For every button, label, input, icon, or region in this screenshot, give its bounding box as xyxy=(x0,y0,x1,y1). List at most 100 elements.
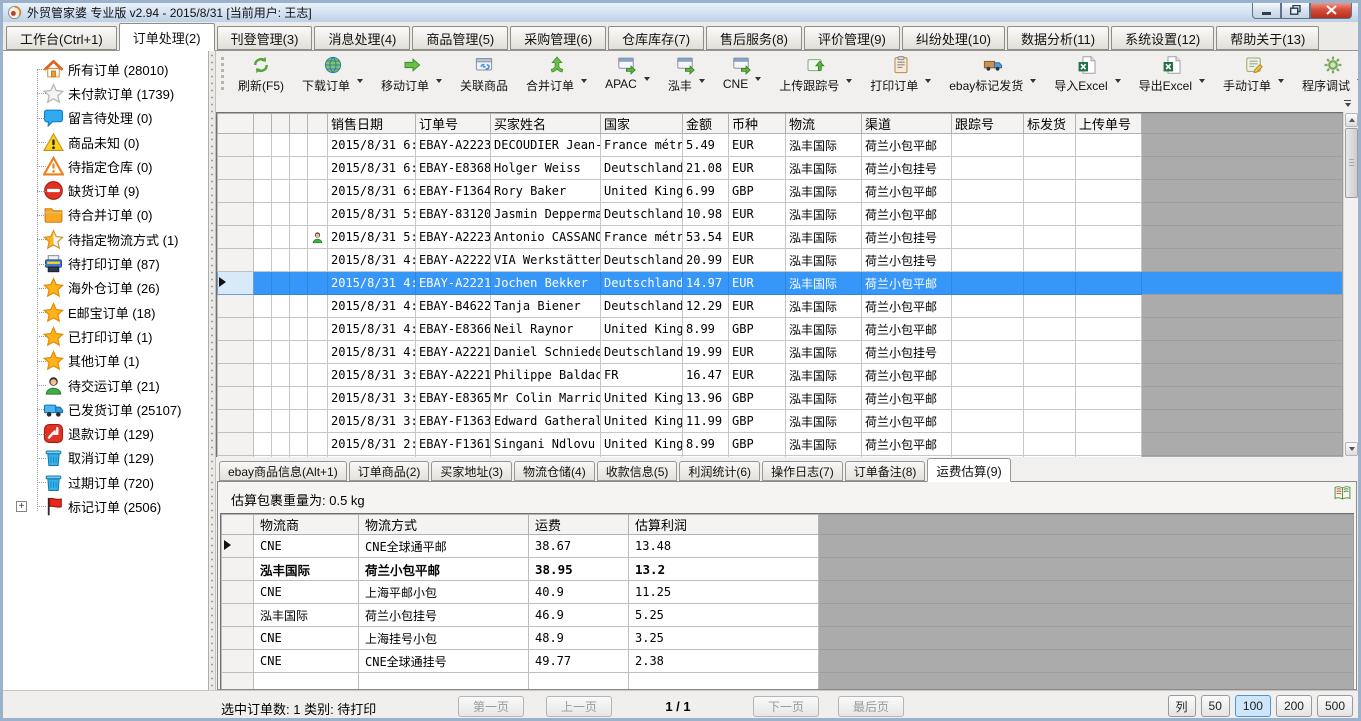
cell-upload_no[interactable] xyxy=(1076,249,1142,272)
cell-buyer[interactable]: Tanja Biener xyxy=(491,295,601,318)
menu-tab-10[interactable]: 纠纷处理(10) xyxy=(902,26,1005,50)
flag-cell[interactable] xyxy=(272,364,290,387)
toolbar-button-6[interactable]: 泓丰 xyxy=(660,54,713,94)
cell-date[interactable]: 2015/8/31 6:37 xyxy=(328,134,416,157)
est-cell-fee[interactable]: 48.9 xyxy=(529,627,629,650)
sidebar-item-2[interactable]: 留言待处理 (0) xyxy=(3,106,208,130)
cell-country[interactable]: United Kingdom xyxy=(601,387,683,410)
toolbar-button-13[interactable]: 手动订单 xyxy=(1215,54,1292,94)
cell-currency[interactable]: EUR xyxy=(729,364,786,387)
cell-date[interactable]: 2015/8/31 5:47 xyxy=(328,226,416,249)
detail-tab-6[interactable]: 利润统计(6) xyxy=(679,461,760,481)
flag-cell[interactable] xyxy=(290,341,308,364)
cell-buyer[interactable]: Philippe Baldacc... xyxy=(491,364,601,387)
cell-tracking_no[interactable] xyxy=(952,249,1024,272)
cell-date[interactable]: 2015/8/31 6:28 xyxy=(328,157,416,180)
flag-cell[interactable] xyxy=(308,134,328,157)
columns-button[interactable]: 列 xyxy=(1168,695,1196,717)
est-cell-method[interactable]: 荷兰小包平邮 xyxy=(359,558,529,581)
est-row-selector-cell[interactable] xyxy=(222,627,254,650)
flag-cell[interactable] xyxy=(254,410,272,433)
toolbar-button-14[interactable]: 程序调试 xyxy=(1294,54,1358,94)
cell-buyer[interactable]: VIA Werkstätten ... xyxy=(491,249,601,272)
column-header-blank[interactable] xyxy=(254,114,272,134)
flag-cell[interactable] xyxy=(254,180,272,203)
cell-date[interactable]: 2015/8/31 4:53 xyxy=(328,249,416,272)
flag-cell[interactable] xyxy=(254,387,272,410)
cell-mark_shipped[interactable] xyxy=(1024,341,1076,364)
column-header[interactable]: 买家姓名 xyxy=(491,114,601,134)
cell-date[interactable]: 2015/8/31 6:08 xyxy=(328,180,416,203)
cell-tracking_no[interactable] xyxy=(952,157,1024,180)
row-selector-cell[interactable] xyxy=(218,410,254,433)
flag-cell[interactable] xyxy=(308,203,328,226)
column-header[interactable]: 上传单号 xyxy=(1076,114,1142,134)
cell-channel[interactable]: 荷兰小包平邮 xyxy=(862,272,952,295)
estimate-row[interactable] xyxy=(222,673,1354,690)
cell-buyer[interactable]: Jochen Bekker xyxy=(491,272,601,295)
flag-cell[interactable] xyxy=(290,318,308,341)
cell-date[interactable]: 2015/8/31 5:59 xyxy=(328,203,416,226)
cell-upload_no[interactable] xyxy=(1076,272,1142,295)
cell-logistics[interactable]: 泓丰国际 xyxy=(786,203,862,226)
next-page-button[interactable]: 下一页 xyxy=(753,696,819,717)
est-cell-provider[interactable]: CNE xyxy=(254,581,359,604)
cell-order_no[interactable]: EBAY-83120... xyxy=(416,203,491,226)
detail-tab-9[interactable]: 运费估算(9) xyxy=(927,458,1010,482)
minimize-button[interactable] xyxy=(1252,2,1281,19)
cell-channel[interactable]: 荷兰小包平邮 xyxy=(862,180,952,203)
cell-order_no[interactable]: EBAY-F1363 xyxy=(416,410,491,433)
est-row-selector-cell[interactable] xyxy=(222,650,254,673)
flag-cell[interactable] xyxy=(272,341,290,364)
cell-buyer[interactable]: Singani Ndlovu xyxy=(491,433,601,456)
est-row-selector-cell[interactable] xyxy=(222,673,254,690)
detail-tab-4[interactable]: 物流仓储(4) xyxy=(514,461,595,481)
sidebar-item-10[interactable]: E邮宝订单 (18) xyxy=(3,300,208,324)
flag-cell[interactable] xyxy=(272,318,290,341)
dropdown-arrow-icon[interactable] xyxy=(1030,79,1036,83)
cell-tracking_no[interactable] xyxy=(952,410,1024,433)
book-icon[interactable] xyxy=(1333,484,1352,503)
est-column-header[interactable]: 运费 xyxy=(529,515,629,535)
order-row[interactable]: 2015/8/31 4:46EBAY-A22219Jochen BekkerDe… xyxy=(218,272,1343,295)
cell-order_no[interactable]: EBAY-A22220 xyxy=(416,249,491,272)
estimate-row[interactable]: CNECNE全球通平邮38.6713.48 xyxy=(222,535,1354,558)
sidebar-item-17[interactable]: 过期订单 (720) xyxy=(3,470,208,494)
cell-mark_shipped[interactable] xyxy=(1024,433,1076,456)
est-cell-provider[interactable]: CNE xyxy=(254,650,359,673)
cell-buyer[interactable]: Mr Colin Marriott xyxy=(491,387,601,410)
flag-cell[interactable] xyxy=(272,226,290,249)
column-header[interactable]: 标发货 xyxy=(1024,114,1076,134)
cell-currency[interactable]: EUR xyxy=(729,226,786,249)
flag-cell[interactable] xyxy=(308,318,328,341)
toolbar-button-12[interactable]: 导出Excel xyxy=(1131,54,1213,94)
order-row[interactable]: 2015/8/31 3:18EBAY-F1363Edward GatheralU… xyxy=(218,410,1343,433)
sidebar-item-16[interactable]: 取消订单 (129) xyxy=(3,446,208,470)
cell-country[interactable]: Deutschland xyxy=(601,272,683,295)
cell-country[interactable]: Deutschland xyxy=(601,341,683,364)
column-header[interactable]: 渠道 xyxy=(862,114,952,134)
est-row-selector-cell[interactable] xyxy=(222,581,254,604)
cell-currency[interactable]: GBP xyxy=(729,433,786,456)
cell-date[interactable]: 2015/8/31 4:00 xyxy=(328,341,416,364)
cell-channel[interactable]: 荷兰小包挂号 xyxy=(862,341,952,364)
cell-upload_no[interactable] xyxy=(1076,157,1142,180)
cell-tracking_no[interactable] xyxy=(952,226,1024,249)
cell-amount[interactable]: 16.47 xyxy=(683,364,729,387)
toolbar-button-11[interactable]: 导入Excel xyxy=(1046,54,1128,94)
cell-amount[interactable]: 20.99 xyxy=(683,249,729,272)
cell-order_no[interactable]: EBAY-A22236 xyxy=(416,134,491,157)
row-selector-cell[interactable] xyxy=(218,249,254,272)
flag-cell[interactable] xyxy=(308,364,328,387)
sidebar-item-1[interactable]: 未付款订单 (1739) xyxy=(3,81,208,105)
cell-country[interactable]: FR xyxy=(601,364,683,387)
flag-cell[interactable] xyxy=(272,410,290,433)
cell-tracking_no[interactable] xyxy=(952,364,1024,387)
est-row-selector-cell[interactable] xyxy=(222,604,254,627)
cell-channel[interactable]: 荷兰小包平邮 xyxy=(862,318,952,341)
flag-cell[interactable] xyxy=(290,180,308,203)
est-cell-profit[interactable]: 2.38 xyxy=(629,650,819,673)
cell-country[interactable]: France métr... xyxy=(601,226,683,249)
cell-upload_no[interactable] xyxy=(1076,226,1142,249)
cell-order_no[interactable]: EBAY-E8368 xyxy=(416,157,491,180)
